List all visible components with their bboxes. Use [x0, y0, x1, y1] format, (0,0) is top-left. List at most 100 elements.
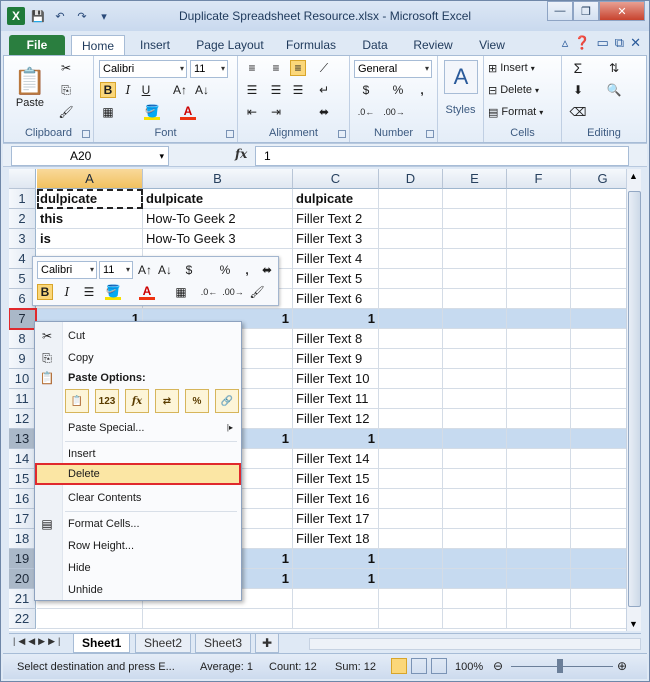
mini-percent-icon[interactable]: %	[217, 262, 233, 278]
cell-c14[interactable]: Filler Text 14	[293, 449, 379, 469]
sheet-navigation-icon[interactable]: |◀◀▶▶|	[13, 636, 63, 647]
empty-cell[interactable]	[571, 189, 626, 209]
cell-c12[interactable]: Filler Text 12	[293, 409, 379, 429]
empty-cell[interactable]	[507, 189, 571, 209]
cell-c22[interactable]	[293, 609, 379, 629]
paste-formulas-icon[interactable]: fx	[125, 389, 149, 413]
workbook-minimize-icon[interactable]: ▭	[597, 35, 609, 51]
row-header[interactable]: 22	[9, 609, 36, 629]
insert-worksheet-icon[interactable]: ✚	[255, 634, 280, 653]
empty-cell[interactable]	[379, 549, 443, 569]
delete-cells-button[interactable]: ⊟ Delete ▾	[488, 80, 539, 100]
tab-page-layout[interactable]: Page Layout	[191, 35, 269, 55]
empty-cell[interactable]	[379, 209, 443, 229]
cell-c13[interactable]: 1	[293, 429, 379, 449]
empty-cell[interactable]	[507, 449, 571, 469]
cell-b2[interactable]: How-To Geek 2	[143, 209, 293, 229]
empty-cell[interactable]	[443, 229, 507, 249]
empty-cell[interactable]	[507, 349, 571, 369]
empty-cell[interactable]	[571, 329, 626, 349]
vertical-scrollbar[interactable]: ▲ ▼	[626, 169, 641, 631]
empty-cell[interactable]	[443, 409, 507, 429]
percent-icon[interactable]: %	[390, 82, 406, 98]
styles-icon[interactable]: A	[444, 60, 478, 94]
empty-cell[interactable]	[379, 469, 443, 489]
empty-cell[interactable]	[507, 289, 571, 309]
minimize-ribbon-icon[interactable]: ▵	[562, 35, 569, 51]
cell-a3[interactable]: is	[37, 229, 143, 249]
fill-color-icon[interactable]: 🪣	[144, 104, 160, 120]
empty-cell[interactable]	[443, 469, 507, 489]
empty-cell[interactable]	[507, 209, 571, 229]
align-right-icon[interactable]: ☰	[290, 82, 306, 98]
find-select-icon[interactable]: 🔍	[606, 82, 622, 98]
empty-cell[interactable]	[379, 589, 443, 609]
row-header[interactable]: 12	[9, 409, 36, 429]
cell-b1[interactable]: dulpicate	[143, 189, 293, 209]
empty-cell[interactable]	[571, 489, 626, 509]
restore-icon[interactable]: ❐	[573, 1, 599, 21]
mini-currency-icon[interactable]: $	[181, 262, 197, 278]
paste-default-icon[interactable]: 📋	[65, 389, 89, 413]
column-header-c[interactable]: C	[293, 169, 379, 189]
menu-item-cut[interactable]: ✂ Cut	[35, 325, 241, 347]
styles-button-label[interactable]: Styles	[438, 104, 483, 116]
workbook-restore-icon[interactable]: ⧉	[615, 35, 624, 51]
name-box[interactable]: A20 ▾	[11, 146, 169, 166]
tab-data[interactable]: Data	[354, 35, 396, 55]
empty-cell[interactable]	[443, 329, 507, 349]
clear-icon[interactable]: ⌫	[570, 104, 587, 120]
empty-cell[interactable]	[571, 409, 626, 429]
column-header-g[interactable]: G	[571, 169, 626, 189]
empty-cell[interactable]	[507, 389, 571, 409]
empty-cell[interactable]	[571, 549, 626, 569]
close-icon[interactable]: ✕	[599, 1, 645, 21]
zoom-slider-thumb[interactable]	[557, 659, 563, 673]
paste-link-icon[interactable]: 🔗	[215, 389, 239, 413]
empty-cell[interactable]	[443, 609, 507, 629]
menu-item-delete[interactable]: Delete	[35, 463, 241, 485]
cell-c7[interactable]: 1	[293, 309, 379, 329]
mini-decrease-decimal-icon[interactable]: .00→	[222, 284, 244, 300]
number-launcher-icon[interactable]	[426, 130, 434, 138]
empty-cell[interactable]	[571, 289, 626, 309]
menu-item-insert[interactable]: Insert	[35, 443, 241, 465]
empty-cell[interactable]	[571, 509, 626, 529]
workbook-close-icon[interactable]: ✕	[630, 35, 641, 51]
copy-icon[interactable]: ⎘	[58, 82, 74, 98]
paste-values-icon[interactable]: 123	[95, 389, 119, 413]
cell-c1[interactable]: dulpicate	[293, 189, 379, 209]
scroll-down-icon[interactable]: ▼	[629, 619, 638, 629]
mini-fill-color-icon[interactable]: 🪣	[105, 284, 121, 300]
empty-cell[interactable]	[379, 449, 443, 469]
tab-file[interactable]: File	[9, 35, 65, 55]
font-color-icon[interactable]: A	[180, 104, 196, 120]
mini-bold-icon[interactable]: B	[37, 284, 53, 300]
empty-cell[interactable]	[443, 269, 507, 289]
normal-view-icon[interactable]	[391, 658, 407, 674]
cell-c16[interactable]: Filler Text 16	[293, 489, 379, 509]
empty-cell[interactable]	[443, 289, 507, 309]
mini-italic-icon[interactable]: I	[59, 284, 75, 300]
mini-font-color-icon[interactable]: A	[139, 284, 155, 300]
mini-comma-icon[interactable]: ,	[239, 262, 255, 278]
cell-c10[interactable]: Filler Text 10	[293, 369, 379, 389]
empty-cell[interactable]	[443, 489, 507, 509]
row-header[interactable]: 10	[9, 369, 36, 389]
insert-cells-button[interactable]: ⊞ Insert ▾	[488, 58, 535, 78]
row-header[interactable]: 9	[9, 349, 36, 369]
cell-c4[interactable]: Filler Text 4	[293, 249, 379, 269]
tab-sheet1[interactable]: Sheet1	[73, 634, 131, 653]
wrap-text-icon[interactable]: ↵	[316, 82, 332, 98]
empty-cell[interactable]	[507, 269, 571, 289]
align-top-icon[interactable]: ≡	[244, 60, 260, 76]
empty-cell[interactable]	[571, 309, 626, 329]
empty-cell[interactable]	[507, 429, 571, 449]
column-header-f[interactable]: F	[507, 169, 571, 189]
mini-size-select[interactable]: 11 ▾	[99, 261, 133, 279]
tab-view[interactable]: View	[471, 35, 513, 55]
zoom-level[interactable]: 100%	[455, 661, 483, 673]
paste-transpose-icon[interactable]: ⇄	[155, 389, 179, 413]
empty-cell[interactable]	[443, 369, 507, 389]
menu-item-clear-contents[interactable]: Clear Contents	[35, 487, 241, 509]
